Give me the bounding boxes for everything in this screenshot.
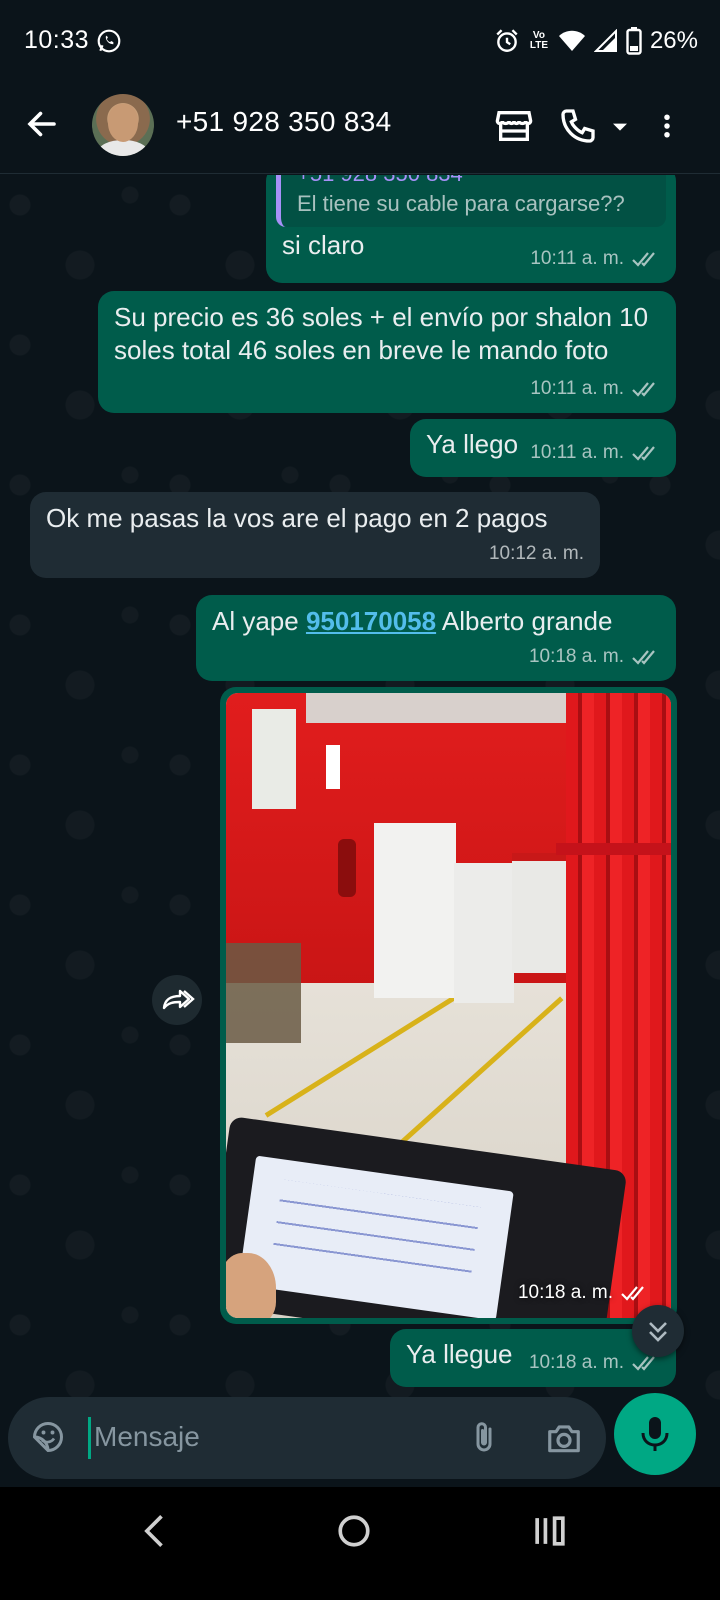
alarm-icon — [496, 29, 518, 52]
message-input-bar[interactable]: Mensaje — [8, 1397, 606, 1479]
message-text: si claro — [282, 230, 365, 260]
message-text: Al yape 950170058 Alberto grande — [212, 605, 660, 638]
status-time: 10:33 — [24, 26, 90, 54]
photo-sign — [326, 745, 340, 789]
message-time: 10:11 a. m. — [530, 378, 624, 399]
shop-photo[interactable]: 10:18 a. m. — [226, 693, 671, 1318]
status-bar: 10:33 Vo LTE 26% — [0, 0, 720, 84]
message-bubble[interactable]: +51 928 350 834 El tiene su cable para c… — [266, 175, 676, 283]
quoted-message[interactable]: +51 928 350 834 El tiene su cable para c… — [276, 175, 666, 227]
chat-header: +51 928 350 834 — [0, 84, 720, 174]
message-text: Su precio es 36 soles + el envío por sha… — [114, 302, 649, 365]
message-input[interactable]: Mensaje — [94, 1421, 200, 1453]
photo-ceiling — [306, 693, 596, 723]
message-text-after: Alberto grande — [436, 606, 613, 636]
message-time: 10:11 a. m. — [530, 248, 624, 269]
attach-icon[interactable] — [466, 1419, 502, 1457]
scroll-down-button[interactable] — [632, 1305, 684, 1357]
double-check-icon — [632, 381, 655, 397]
whatsapp-icon — [97, 29, 121, 53]
photo-counter — [512, 853, 572, 973]
photo-extinguisher — [338, 839, 356, 897]
photo-gate-bar — [556, 843, 671, 855]
message-meta: 10:11 a. m. — [530, 436, 660, 469]
message-meta: 10:12 a. m. — [489, 537, 584, 570]
phone-icon[interactable] — [558, 106, 598, 146]
shop-icon[interactable] — [494, 106, 534, 146]
message-time: 10:11 a. m. — [530, 442, 624, 463]
scroll-down-icon — [649, 1322, 667, 1342]
forward-icon — [162, 989, 195, 1010]
message-bubble[interactable]: Ya llego 10:11 a. m. — [410, 419, 676, 477]
mic-icon — [641, 1417, 669, 1451]
message-meta: 10:11 a. m. — [530, 242, 660, 275]
nav-back-icon[interactable] — [134, 1509, 178, 1553]
photo-counter — [454, 863, 514, 1003]
avatar[interactable] — [92, 94, 154, 156]
chat-area[interactable]: +51 928 350 834 El tiene su cable para c… — [0, 175, 720, 1405]
back-arrow-icon[interactable] — [24, 106, 60, 142]
message-text: Ok me pasas la vos are el pago en 2 pago… — [46, 503, 548, 533]
double-check-icon — [621, 1286, 644, 1301]
image-message[interactable]: 10:18 a. m. — [220, 687, 677, 1324]
photo-counter — [374, 823, 456, 998]
photo-poster — [252, 709, 296, 809]
message-time: 10:18 a. m. — [528, 1352, 624, 1373]
message-text-before: Al yape — [212, 606, 306, 636]
message-meta: 10:18 a. m. — [529, 640, 660, 673]
signal-icon — [593, 29, 617, 52]
avatar-shirt — [98, 140, 148, 156]
message-time: 10:18 a. m. — [517, 1282, 613, 1303]
dropdown-icon[interactable] — [606, 106, 634, 146]
nav-recents-icon[interactable] — [528, 1509, 572, 1553]
battery-icon — [626, 27, 642, 55]
battery-percent: 26% — [649, 27, 698, 54]
more-icon[interactable] — [652, 106, 682, 146]
wifi-icon — [558, 30, 585, 51]
volte-indicator: Vo LTE — [528, 31, 550, 51]
nav-home-icon[interactable] — [332, 1509, 376, 1553]
status-icons: Vo LTE 26% — [494, 24, 698, 58]
camera-icon[interactable] — [544, 1419, 584, 1457]
voice-record-button[interactable] — [614, 1393, 696, 1475]
double-check-icon — [632, 251, 655, 267]
sticker-icon[interactable] — [30, 1419, 66, 1455]
message-time: 10:18 a. m. — [528, 646, 624, 667]
volte-bottom: LTE — [529, 40, 549, 51]
message-bubble[interactable]: Su precio es 36 soles + el envío por sha… — [98, 291, 676, 413]
text-cursor — [88, 1417, 91, 1459]
message-time: 10:12 a. m. — [488, 543, 584, 564]
double-check-icon — [632, 445, 655, 461]
contact-name[interactable]: +51 928 350 834 — [176, 106, 391, 138]
forward-button[interactable] — [152, 975, 202, 1025]
phone-link[interactable]: 950170058 — [306, 606, 436, 636]
message-meta: 10:11 a. m. — [530, 372, 660, 405]
system-nav-bar — [0, 1487, 720, 1600]
quoted-text: El tiene su cable para cargarse?? — [297, 191, 625, 216]
double-check-icon — [632, 649, 655, 665]
message-bubble-incoming[interactable]: Ok me pasas la vos are el pago en 2 pago… — [30, 492, 600, 578]
message-bubble[interactable]: Al yape 950170058 Alberto grande 10:18 a… — [196, 595, 676, 681]
avatar-face — [108, 104, 138, 142]
photo-pallet — [226, 943, 301, 1043]
message-meta: 10:18 a. m. — [518, 1282, 649, 1304]
